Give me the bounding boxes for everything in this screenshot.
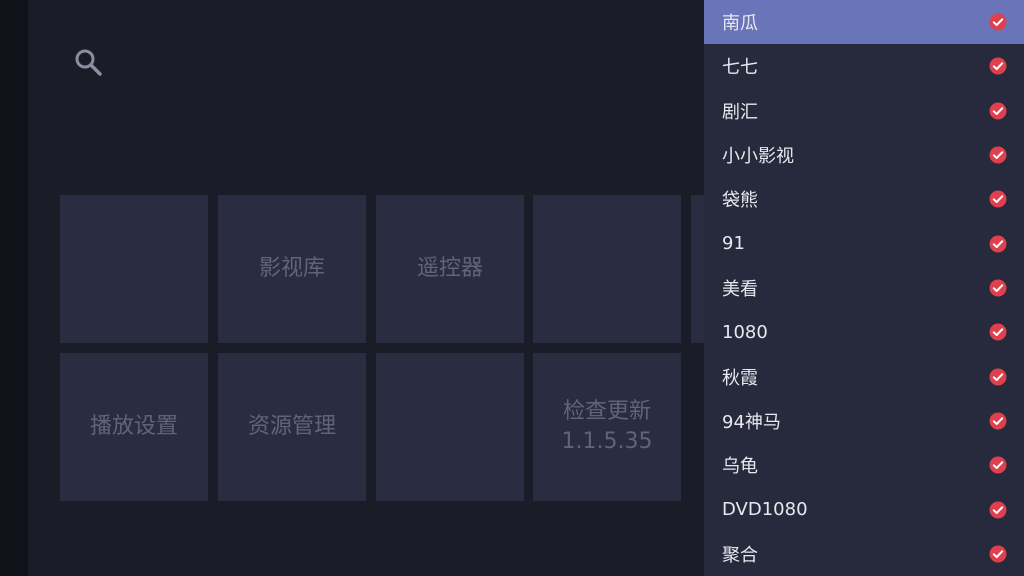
check-circle-icon <box>989 323 1007 341</box>
source-item[interactable]: 美看 <box>704 266 1024 310</box>
tile-label: 检查更新 <box>562 399 651 425</box>
left-edge-strip <box>0 0 28 576</box>
check-circle-icon <box>989 190 1007 208</box>
source-item-label: 秋霞 <box>722 367 758 389</box>
check-circle-icon <box>989 368 1007 386</box>
tile-source-management[interactable]: 资源管理 <box>218 353 366 501</box>
tile-blank-2[interactable] <box>533 195 681 343</box>
tile-label: 播放设置 <box>89 414 178 440</box>
source-item[interactable]: 乌龟 <box>704 443 1024 487</box>
source-item-label: 乌龟 <box>722 456 758 478</box>
tile-library[interactable]: 影视库 <box>218 195 366 343</box>
source-item-label: DVD1080 <box>722 499 808 521</box>
source-item-label: 91 <box>722 233 745 255</box>
source-item-label: 七七 <box>722 57 758 79</box>
source-item[interactable]: 小小影视 <box>704 133 1024 177</box>
tile-blank-1[interactable] <box>60 195 208 343</box>
check-circle-icon <box>989 102 1007 120</box>
source-item[interactable]: DVD1080 <box>704 487 1024 531</box>
check-circle-icon <box>989 456 1007 474</box>
tile-label: 资源管理 <box>247 414 336 440</box>
check-circle-icon <box>989 279 1007 297</box>
source-item[interactable]: 南瓜 <box>704 0 1024 45</box>
source-item-label: 美看 <box>722 278 758 300</box>
tile-partial[interactable] <box>691 195 704 343</box>
check-circle-icon <box>989 57 1007 75</box>
check-circle-icon <box>989 235 1007 253</box>
source-item-label: 94神马 <box>722 411 781 433</box>
source-item[interactable]: 94神马 <box>704 399 1024 443</box>
tile-label: 遥控器 <box>416 256 483 282</box>
source-item[interactable]: 剧汇 <box>704 89 1024 133</box>
tile-check-update[interactable]: 检查更新 1.1.5.35 <box>533 353 681 501</box>
source-item-label: 小小影视 <box>722 146 794 168</box>
source-item-label: 1080 <box>722 321 768 343</box>
source-item[interactable]: 袋熊 <box>704 177 1024 221</box>
source-item-label: 剧汇 <box>722 101 758 123</box>
check-circle-icon <box>989 501 1007 519</box>
source-item[interactable]: 91 <box>704 222 1024 266</box>
tile-blank-3[interactable] <box>376 353 524 501</box>
source-item[interactable]: 七七 <box>704 44 1024 88</box>
source-item-label: 聚合 <box>722 544 758 566</box>
source-item[interactable]: 聚合 <box>704 532 1024 576</box>
tile-playback-settings[interactable]: 播放设置 <box>60 353 208 501</box>
source-item-label: 南瓜 <box>722 13 758 35</box>
search-icon[interactable] <box>72 46 104 78</box>
check-circle-icon <box>989 412 1007 430</box>
source-list-panel: 南瓜七七剧汇小小影视袋熊 91 美看 1080 秋霞 94神马乌龟 DVD1080 聚合 <box>704 0 1024 576</box>
check-circle-icon <box>989 146 1007 164</box>
source-item[interactable]: 1080 <box>704 310 1024 354</box>
tile-remote[interactable]: 遥控器 <box>376 195 524 343</box>
check-circle-icon <box>989 545 1007 563</box>
source-item-label: 袋熊 <box>722 190 758 212</box>
version-label: 1.1.5.35 <box>561 429 653 454</box>
check-circle-icon <box>989 13 1007 31</box>
tile-label: 影视库 <box>258 256 325 282</box>
source-item[interactable]: 秋霞 <box>704 354 1024 398</box>
